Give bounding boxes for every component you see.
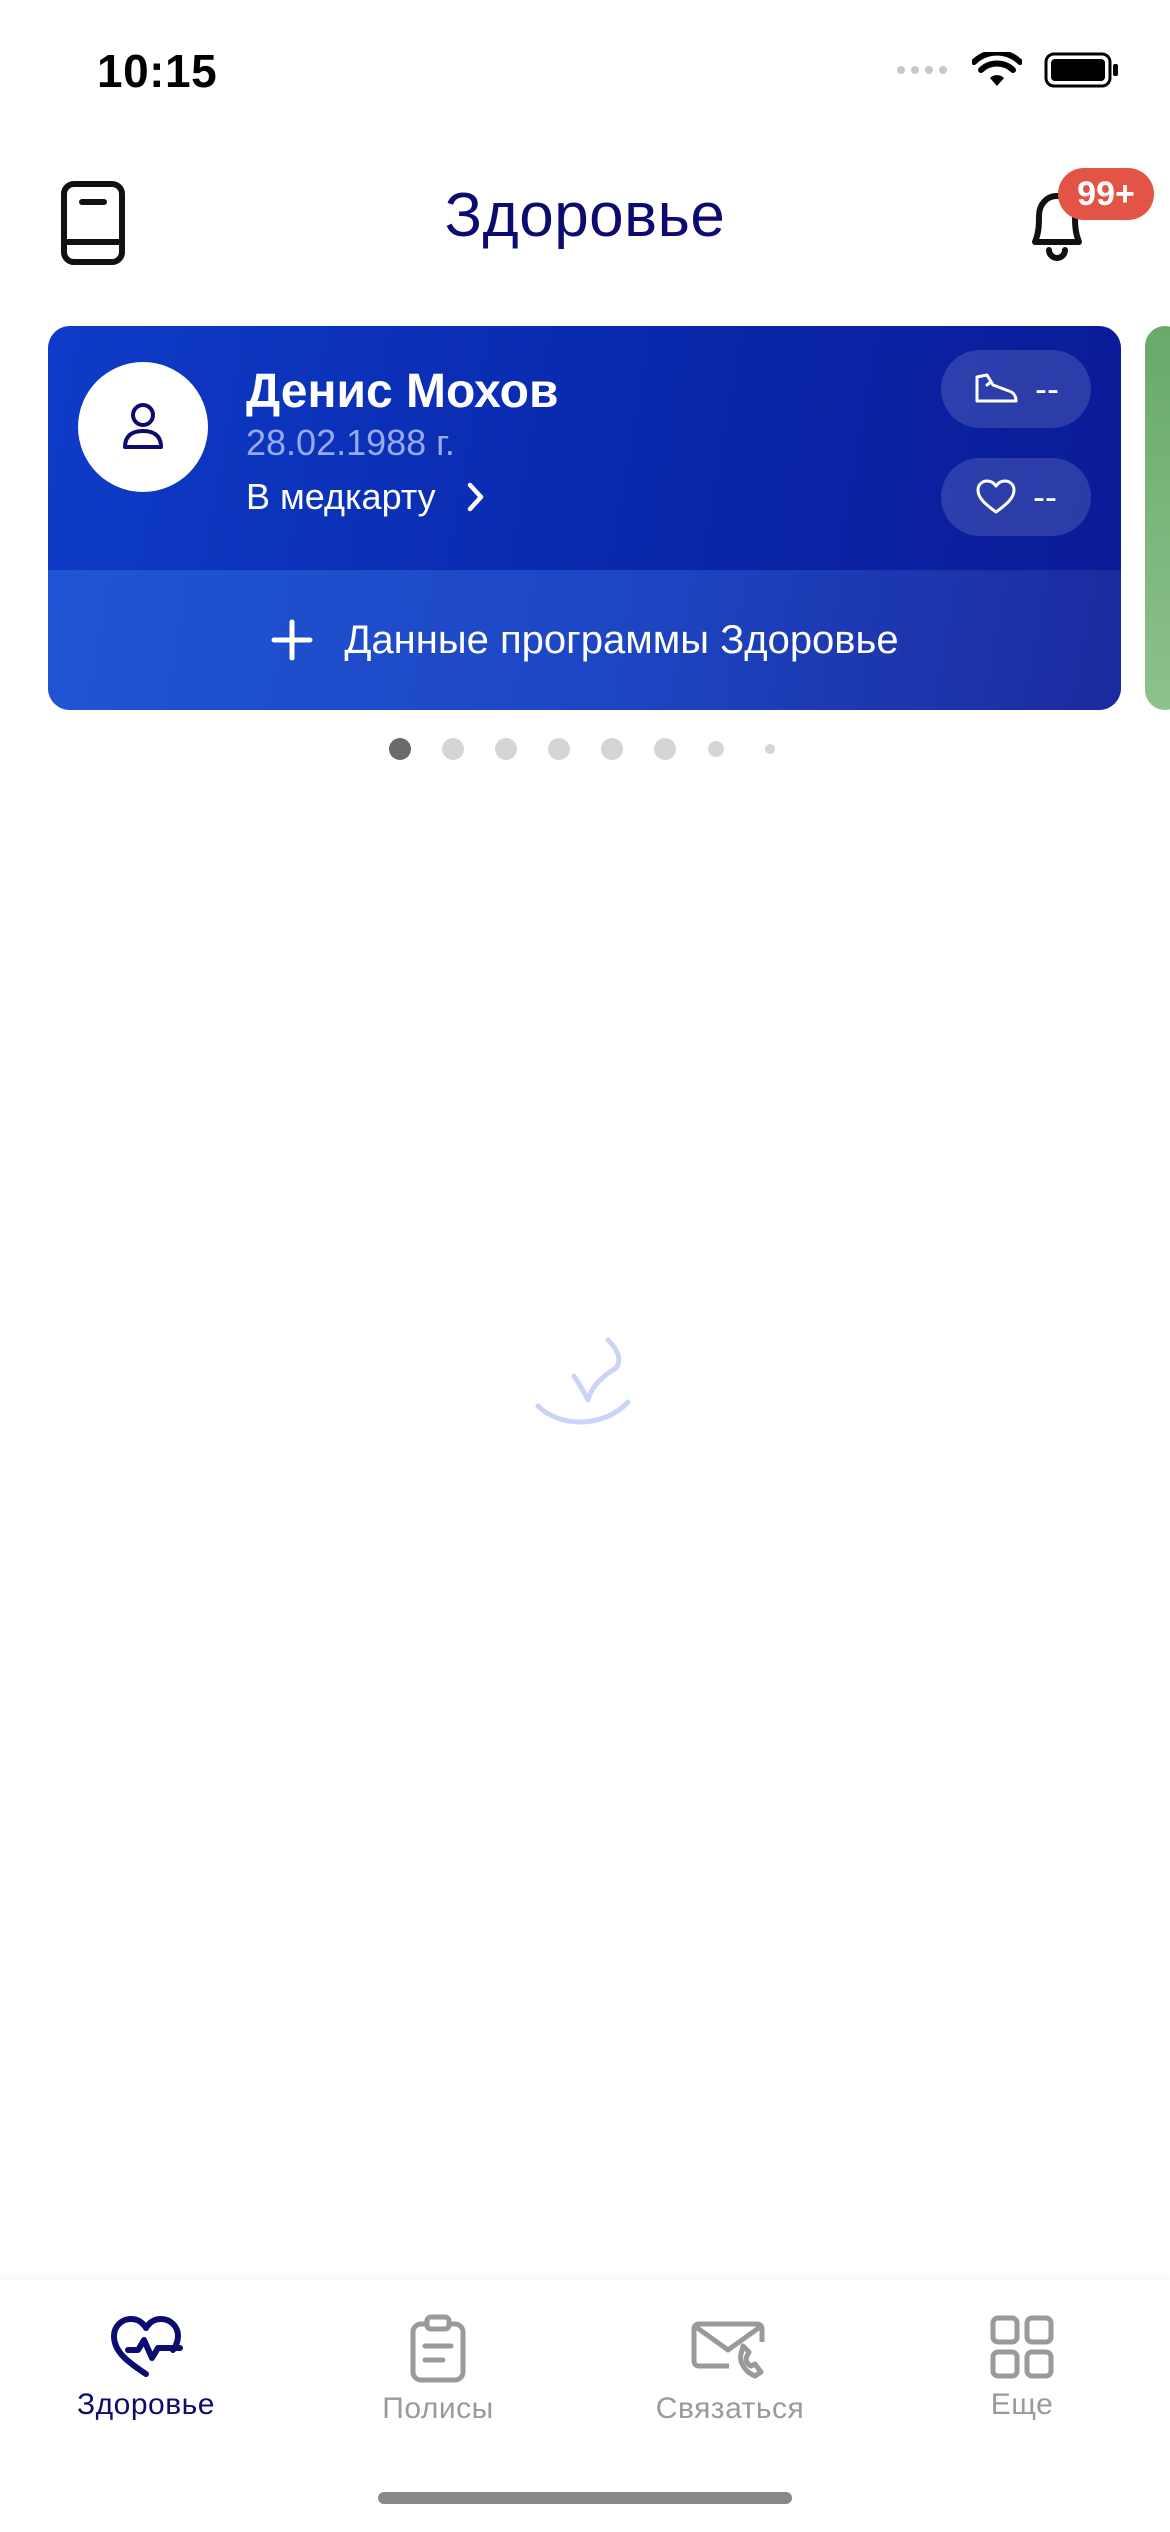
pager-dot[interactable]	[442, 738, 464, 760]
heart-value: --	[1033, 476, 1057, 517]
pager-dot[interactable]	[708, 741, 724, 757]
wifi-icon	[972, 52, 1022, 86]
clipboard-icon	[410, 2314, 466, 2383]
grid-icon	[990, 2315, 1054, 2379]
pager-dot[interactable]	[601, 738, 623, 760]
add-health-data-button[interactable]: Данные программы Здоровье	[48, 570, 1121, 710]
tab-more[interactable]: Еще	[876, 2300, 1168, 2450]
tab-policies[interactable]: Полисы	[292, 2300, 584, 2450]
status-icons	[896, 52, 1120, 88]
heart-icon	[976, 479, 1016, 514]
chevron-right-icon	[467, 482, 483, 512]
card-pager[interactable]	[0, 736, 1170, 762]
sneaker-icon	[975, 373, 1018, 403]
tab-policies-label: Полисы	[382, 2392, 494, 2425]
user-dob: 28.02.1988 г.	[246, 422, 455, 463]
pager-dot[interactable]	[495, 738, 517, 760]
tab-health-label: Здоровье	[77, 2388, 215, 2421]
loading-spinner	[530, 1310, 650, 1435]
profile-card[interactable]: Денис Мохов 28.02.1988 г. В медкарту -- …	[48, 326, 1121, 710]
pager-dot[interactable]	[389, 738, 411, 760]
pager-dot[interactable]	[654, 738, 676, 760]
notification-badge: 99+	[1058, 168, 1154, 220]
battery-icon	[1044, 52, 1118, 88]
home-indicator[interactable]	[378, 2492, 792, 2504]
avatar[interactable]	[78, 362, 208, 492]
medcard-link[interactable]: В медкарту	[246, 476, 486, 518]
heart-rate-metric[interactable]: --	[941, 458, 1091, 536]
plus-icon	[271, 619, 313, 661]
page-title: Здоровье	[444, 181, 726, 250]
signal-icon	[897, 66, 947, 74]
heart-pulse-icon	[111, 2316, 183, 2377]
steps-metric[interactable]: --	[941, 350, 1091, 428]
header: Здоровье	[0, 160, 1170, 280]
tab-more-label: Еще	[990, 2388, 1054, 2421]
tab-contact-label: Связаться	[655, 2392, 805, 2425]
steps-value: --	[1035, 368, 1059, 409]
tab-health[interactable]: Здоровье	[0, 2300, 292, 2450]
pager-dot[interactable]	[765, 744, 775, 754]
profile-card-top: Денис Мохов 28.02.1988 г. В медкарту -- …	[48, 326, 1121, 570]
user-icon	[123, 403, 163, 449]
user-name: Денис Мохов	[246, 365, 559, 418]
medcard-link-label: В медкарту	[246, 476, 436, 517]
tab-contact[interactable]: Связаться	[584, 2300, 876, 2450]
pager-dot[interactable]	[548, 738, 570, 760]
next-card-peek[interactable]	[1145, 326, 1170, 710]
status-bar: 10:15	[0, 0, 1170, 150]
loading-icon	[535, 1337, 631, 1425]
contact-mail-icon	[691, 2321, 765, 2379]
status-time: 10:15	[97, 45, 218, 97]
add-health-data-label: Данные программы Здоровье	[344, 617, 899, 662]
